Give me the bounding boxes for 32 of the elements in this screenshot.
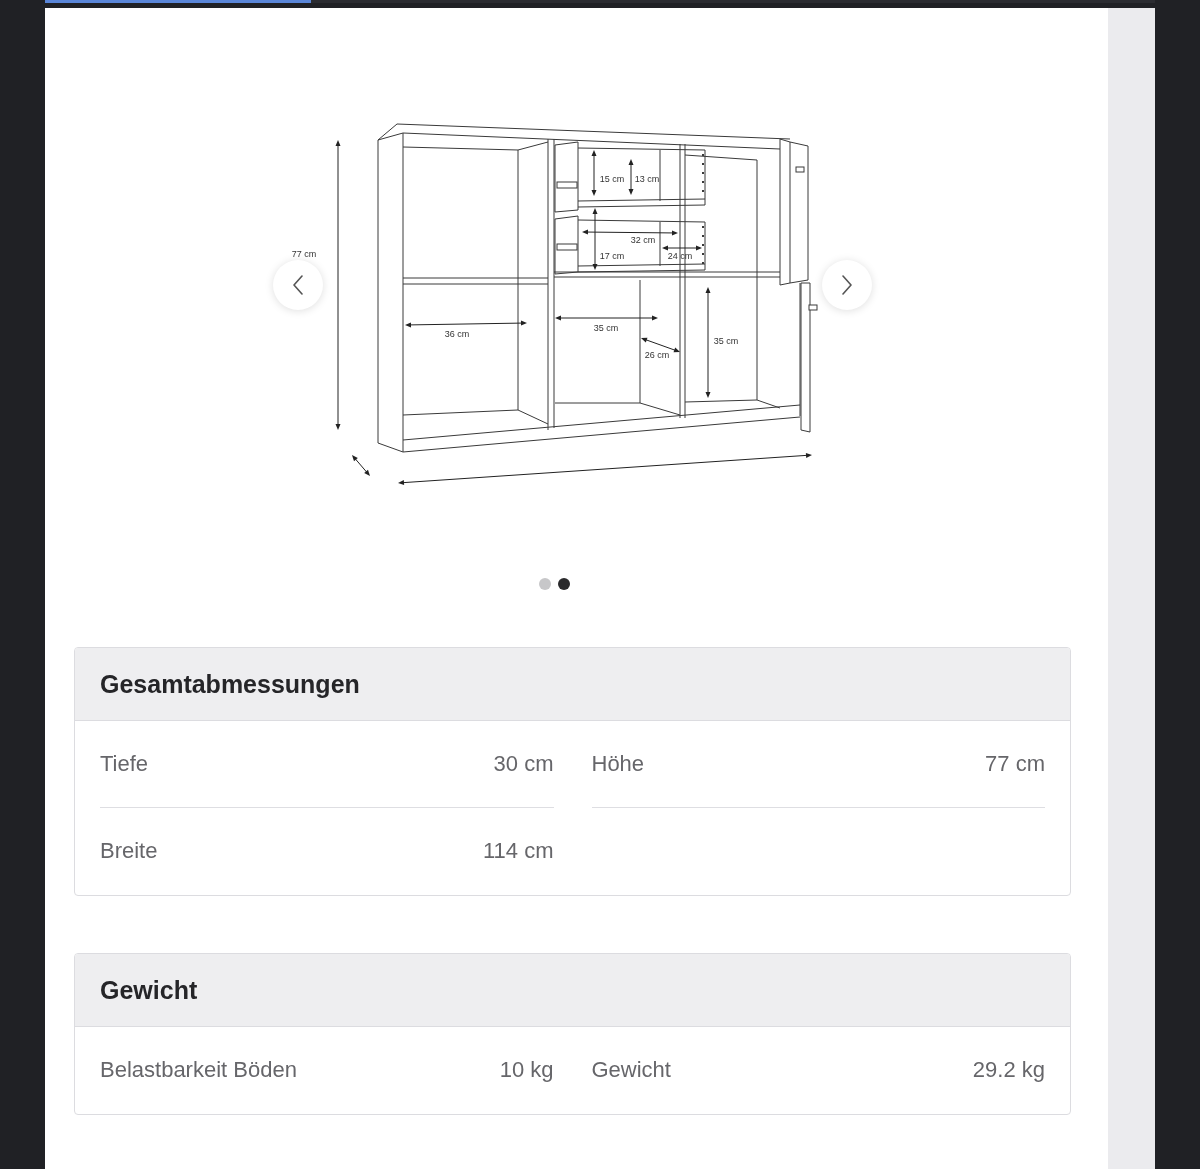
section-title: Gesamtabmessungen <box>100 669 360 699</box>
dimension-label: 26 cm <box>644 350 670 360</box>
dimension-label: 35 cm <box>593 323 619 333</box>
dimension-arrow <box>628 159 634 195</box>
chevron-left-icon <box>293 275 303 295</box>
dimension-label: 15 cm <box>599 174 625 184</box>
spec-value: 30 cm <box>493 750 554 778</box>
dimension-label: 13 cm <box>634 174 660 184</box>
dimension-label: 17 cm <box>599 251 625 261</box>
dimension-label: 35 cm <box>713 336 739 346</box>
next-button[interactable] <box>822 260 872 310</box>
spec-label: Höhe <box>591 750 645 778</box>
dimension-label: 77 cm <box>291 249 317 259</box>
dimension-arrow <box>591 150 597 196</box>
spec-value: 114 cm <box>483 838 554 865</box>
dimension-arrow <box>662 245 702 251</box>
spec-label: Gewicht <box>591 1057 671 1084</box>
dimension-arrow <box>641 337 680 353</box>
section-title: Gewicht <box>100 975 198 1005</box>
previous-button[interactable] <box>273 260 323 310</box>
spec-value: 77 cm <box>985 750 1045 778</box>
spec-value: 10 kg <box>499 1057 554 1084</box>
chevron-right-icon <box>842 275 852 295</box>
dimension-label: 36 cm <box>444 329 470 339</box>
dimension-label: 32 cm <box>630 235 656 245</box>
spec-label: Tiefe <box>100 750 149 778</box>
dimension-label: 24 cm <box>667 251 693 261</box>
spec-label: Breite <box>100 838 158 865</box>
spec-value: 29.2 kg <box>972 1057 1045 1084</box>
spec-label: Belastbarkeit Böden <box>100 1057 297 1084</box>
slide-indicator[interactable] <box>558 578 570 590</box>
dimension-arrow <box>352 455 370 476</box>
